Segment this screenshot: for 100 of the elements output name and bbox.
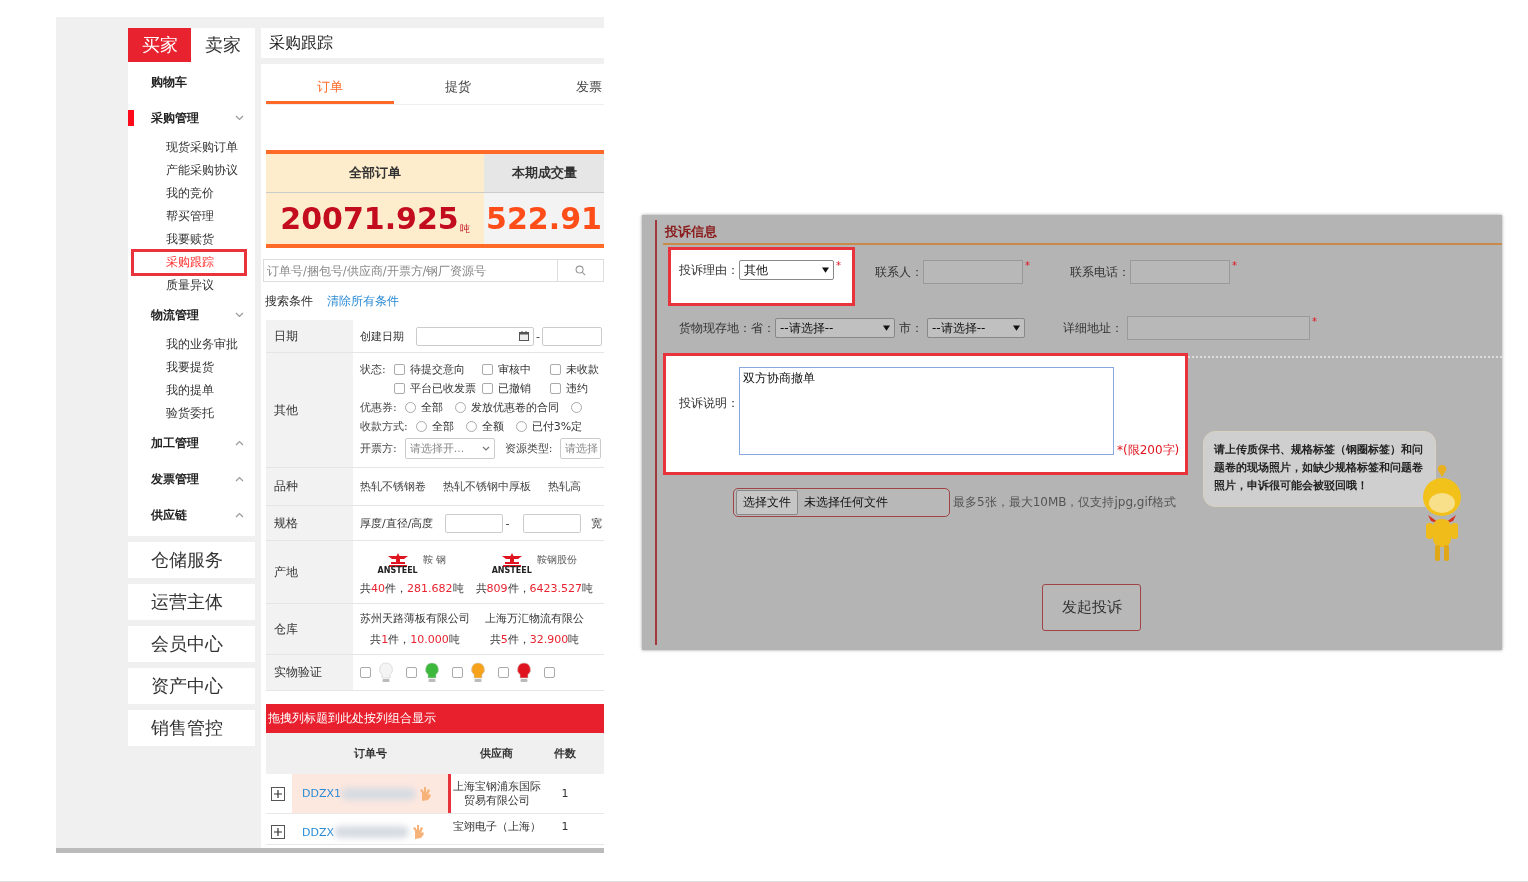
radio-button[interactable] (465, 420, 477, 432)
search-field[interactable]: 订单号/捆包号/供应商/开票方/钢厂资源号 (263, 259, 604, 282)
warehouse-name[interactable]: 苏州天路薄板有限公司 (360, 611, 470, 626)
chevron-up-icon[interactable] (235, 476, 244, 482)
nav-item[interactable]: 销售管控 (128, 710, 255, 746)
checkbox-label[interactable]: 未收款 (565, 361, 599, 377)
radio-button[interactable] (515, 420, 527, 432)
radio-label[interactable]: 发放优惠卷的合同 (470, 399, 559, 415)
role-tab[interactable]: 买家 (128, 28, 191, 62)
file-upload-field[interactable]: 选择文件 未选择任何文件 (733, 488, 950, 517)
select-field[interactable]: 请选择开... (404, 437, 495, 459)
menu-item[interactable]: 我要赎货 (128, 228, 255, 251)
column-header[interactable]: 件数 (545, 746, 585, 761)
checkbox-label[interactable]: 已撤销 (497, 380, 531, 396)
choose-file-button[interactable]: 选择文件 (736, 490, 798, 515)
menu-item[interactable]: 质量异议 (128, 274, 255, 297)
menu-item[interactable]: 采购跟踪 (133, 251, 245, 274)
menu-group-label[interactable]: 发票管理 (151, 470, 199, 488)
radio-button[interactable] (404, 401, 416, 413)
nav-item[interactable]: 会员中心 (128, 626, 255, 662)
radio-button[interactable] (454, 401, 466, 413)
filter-option[interactable]: 热轧不锈钢卷 (360, 479, 426, 494)
menu-item[interactable]: 验货委托 (128, 402, 255, 425)
nav-item[interactable]: 运营主体 (128, 584, 255, 620)
column-header[interactable]: 订单号 (292, 746, 448, 761)
checkbox-label[interactable]: 待提交意向 (409, 361, 465, 377)
radio-button[interactable] (415, 420, 427, 432)
checkbox[interactable] (406, 667, 417, 678)
chevron-up-icon[interactable] (235, 512, 244, 518)
tab[interactable]: 提货 (394, 72, 522, 104)
checkbox[interactable] (360, 667, 371, 678)
warehouse-summary[interactable]: 共5件，32.900吨 (489, 632, 580, 647)
checkbox[interactable] (393, 363, 405, 375)
tab[interactable]: 发票 (522, 72, 602, 104)
input-field[interactable] (1130, 260, 1230, 284)
filter-option[interactable]: 热轧不锈钢中厚板 (443, 479, 531, 494)
select-field[interactable]: --请选择-- (775, 318, 895, 338)
input-field[interactable] (1127, 316, 1310, 340)
checkbox[interactable] (549, 382, 561, 394)
radio-label[interactable]: 已付3%定 (531, 418, 583, 434)
expand-icon[interactable] (271, 825, 285, 839)
checkbox[interactable] (481, 363, 493, 375)
origin-summary[interactable]: 共40件，281.682吨 (360, 580, 464, 596)
radio-label[interactable]: 全额 (481, 418, 504, 434)
select-field[interactable]: 其他 (739, 260, 834, 280)
calendar-icon[interactable] (518, 330, 530, 342)
input-field[interactable] (523, 513, 582, 533)
select-field[interactable]: --请选择-- (927, 318, 1025, 338)
expand-icon[interactable] (271, 786, 285, 801)
chevron-down-icon[interactable] (235, 312, 244, 318)
menu-item[interactable]: 产能采购协议 (128, 159, 255, 182)
chevron-up-icon[interactable] (235, 440, 244, 446)
menu-item[interactable]: 我要提货 (128, 356, 255, 379)
menu-group-label[interactable]: 供应链 (151, 506, 187, 524)
checkbox[interactable] (481, 382, 493, 394)
menu-group-label[interactable]: 物流管理 (151, 306, 199, 324)
submit-button[interactable]: 发起投诉 (1042, 584, 1141, 631)
menu-item[interactable]: 我的提单 (128, 379, 255, 402)
nav-item[interactable]: 仓储服务 (128, 542, 255, 578)
role-tab[interactable]: 卖家 (191, 28, 255, 62)
summary-tile[interactable]: 本期成交量 522.91 (484, 154, 604, 244)
date-field[interactable] (416, 326, 534, 346)
warehouse-name[interactable]: 上海万汇物流有限公 (485, 611, 584, 626)
menu-group-label[interactable]: 采购管理 (151, 109, 199, 127)
field-label: 货物现存地：省： (679, 319, 775, 337)
menu-item[interactable]: 帮买管理 (128, 205, 255, 228)
dropdown-arrow-icon (883, 324, 890, 332)
menu-item[interactable]: 我的竞价 (128, 182, 255, 205)
menu-item[interactable]: 现货采购订单 (128, 136, 255, 159)
checkbox[interactable] (393, 382, 405, 394)
text-area[interactable]: 双方协商撤单 (739, 367, 1114, 455)
checkbox-label[interactable]: 平台已收发票 (409, 380, 476, 396)
filter-option[interactable]: 热轧高 (548, 479, 581, 494)
chevron-down-icon[interactable] (235, 115, 244, 121)
field-label: 投诉理由： (679, 261, 739, 279)
clear-link[interactable]: 清除所有条件 (327, 293, 399, 309)
checkbox-label[interactable]: 违约 (565, 380, 588, 396)
select-field[interactable]: 请选择 (560, 437, 602, 459)
radio-label[interactable]: 全部 (431, 418, 454, 434)
input-field[interactable] (445, 513, 504, 533)
search-icon[interactable] (575, 265, 586, 276)
checkbox[interactable] (544, 667, 555, 678)
order-link[interactable]: DDZX (302, 825, 334, 839)
menu-group-label[interactable]: 加工管理 (151, 434, 199, 452)
menu-item[interactable]: 购物车 (128, 64, 255, 100)
checkbox-label[interactable]: 审核中 (497, 361, 531, 377)
column-header[interactable]: 供应商 (448, 746, 545, 761)
checkbox[interactable] (498, 667, 509, 678)
checkbox[interactable] (452, 667, 463, 678)
date-field[interactable] (542, 326, 602, 346)
summary-tile[interactable]: 全部订单 20071.925 吨 (266, 154, 484, 244)
menu-item[interactable]: 我的业务审批 (128, 333, 255, 356)
scrollbar[interactable] (56, 848, 604, 853)
warehouse-summary[interactable]: 共1件，10.000吨 (370, 632, 460, 647)
nav-item[interactable]: 资产中心 (128, 668, 255, 704)
radio-label[interactable]: 全部 (420, 399, 443, 415)
checkbox[interactable] (549, 363, 561, 375)
radio-button[interactable] (570, 401, 582, 413)
input-field[interactable] (923, 260, 1023, 284)
origin-summary[interactable]: 共809件，6423.527吨 (475, 580, 593, 596)
